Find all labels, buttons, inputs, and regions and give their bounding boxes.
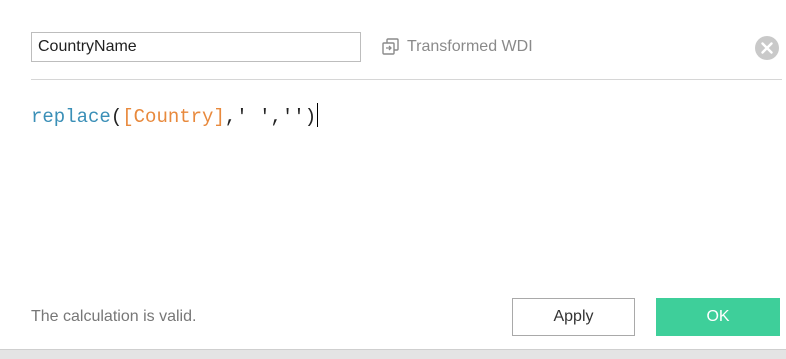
close-button[interactable] [754, 35, 780, 61]
formula-string-arg: ' ' [236, 106, 271, 128]
formula-editor[interactable]: replace([Country],' ','') [31, 84, 782, 274]
formula-function: replace [31, 106, 111, 128]
header-divider [31, 79, 782, 80]
calculation-name-input[interactable] [31, 32, 361, 62]
datasource-name: Transformed WDI [407, 38, 533, 55]
close-icon [755, 36, 779, 60]
text-caret [317, 103, 319, 127]
validation-status: The calculation is valid. [31, 308, 197, 325]
ok-button[interactable]: OK [656, 298, 780, 336]
formula-open-paren: ( [110, 106, 123, 128]
apply-button[interactable]: Apply [512, 298, 635, 336]
datasource-label: Transformed WDI [381, 33, 533, 61]
calculation-dialog: Transformed WDI replace([Country],' ',''… [0, 0, 786, 359]
datasource-icon [381, 37, 401, 57]
formula-string-arg: '' [281, 106, 305, 128]
formula-comma: , [224, 106, 237, 128]
formula-comma: , [270, 106, 282, 128]
formula-close-paren: ) [304, 106, 317, 128]
formula-field: [Country] [122, 106, 225, 128]
